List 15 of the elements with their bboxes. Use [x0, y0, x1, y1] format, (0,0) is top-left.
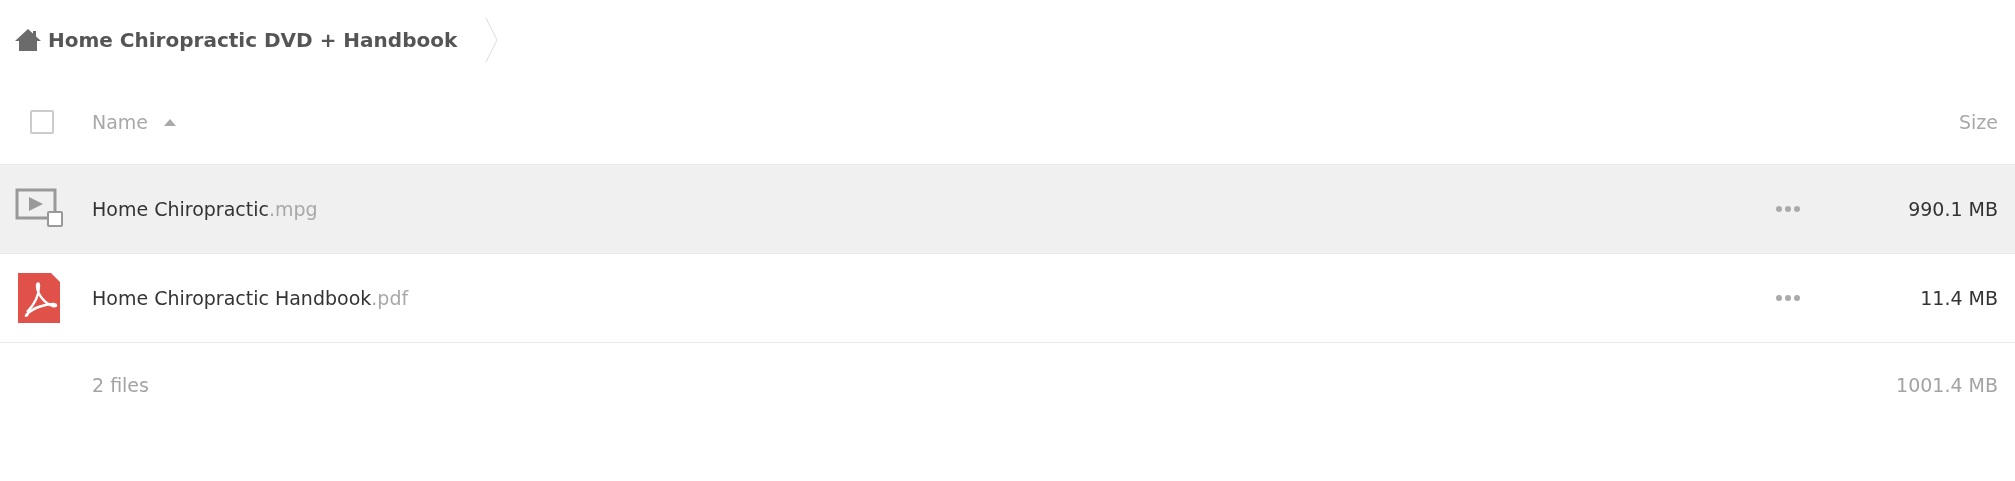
- file-count: 2 files: [92, 374, 150, 396]
- pdf-file-icon: [17, 272, 61, 324]
- total-size: 1001.4 MB: [1896, 374, 1998, 396]
- file-size: 990.1 MB: [1907, 198, 1998, 220]
- file-size: 11.4 MB: [1919, 287, 1998, 309]
- breadcrumb-separator-icon: [485, 17, 500, 63]
- more-options-icon[interactable]: [1776, 295, 1800, 301]
- home-icon[interactable]: [14, 28, 42, 52]
- select-all-checkbox[interactable]: [30, 110, 54, 134]
- more-options-icon[interactable]: [1776, 206, 1800, 212]
- file-name[interactable]: Home Chiropractic Handbook.pdf: [92, 287, 1776, 309]
- breadcrumb-item[interactable]: Home Chiropractic DVD + Handbook: [48, 28, 458, 52]
- video-file-icon: [15, 188, 63, 230]
- file-row[interactable]: Home Chiropractic.mpg 990.1 MB: [0, 165, 2015, 254]
- file-name[interactable]: Home Chiropractic.mpg: [92, 198, 1776, 220]
